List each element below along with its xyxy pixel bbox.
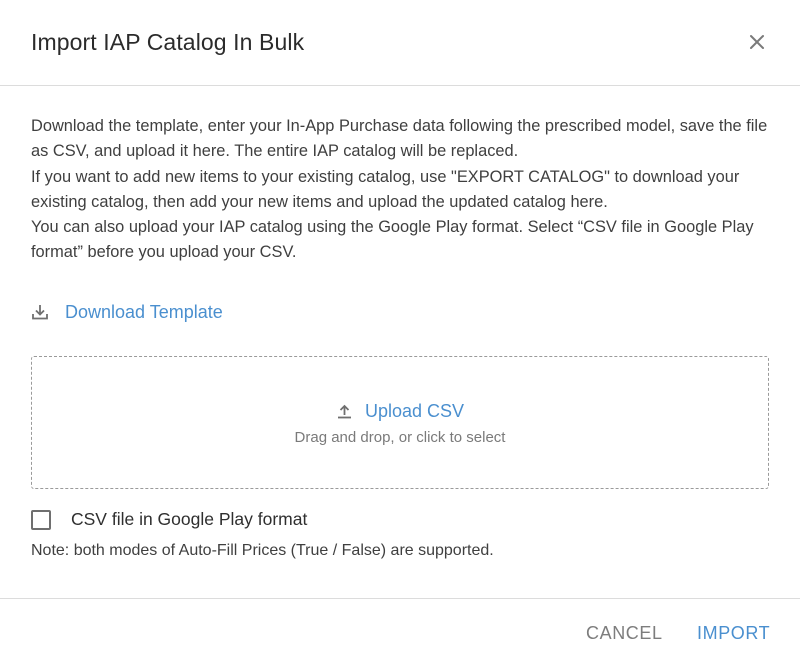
import-dialog: Import IAP Catalog In Bulk Download the … xyxy=(0,0,800,665)
dialog-footer: CANCEL IMPORT xyxy=(0,598,800,665)
upload-row: Upload CSV xyxy=(32,401,768,422)
csv-dropzone[interactable]: Upload CSV Drag and drop, or click to se… xyxy=(31,356,769,489)
upload-hint: Drag and drop, or click to select xyxy=(294,429,506,446)
download-template-link[interactable]: Download Template xyxy=(31,299,223,325)
google-play-format-checkbox-row[interactable]: CSV file in Google Play format xyxy=(31,509,307,530)
close-button[interactable] xyxy=(744,29,770,55)
description-paragraph: Download the template, enter your In-App… xyxy=(31,117,768,161)
import-button[interactable]: IMPORT xyxy=(697,623,770,644)
dialog-title: Import IAP Catalog In Bulk xyxy=(31,29,305,55)
google-play-format-checkbox[interactable] xyxy=(31,509,51,530)
dialog-header: Import IAP Catalog In Bulk xyxy=(0,0,800,86)
note-text: Note: both modes of Auto-Fill Prices (Tr… xyxy=(31,542,494,559)
dialog-body: Download the template, enter your In-App… xyxy=(31,114,771,266)
description-paragraph: If you want to add new items to your exi… xyxy=(31,167,740,211)
upload-icon xyxy=(336,403,353,420)
upload-csv-label: Upload CSV xyxy=(364,401,465,421)
description-paragraph: You can also upload your IAP catalog usi… xyxy=(31,218,754,262)
checkbox-label: CSV file in Google Play format xyxy=(71,509,308,529)
download-template-label: Download Template xyxy=(65,301,223,322)
close-icon xyxy=(750,35,764,49)
description: Download the template, enter your In-App… xyxy=(31,114,771,266)
cancel-button[interactable]: CANCEL xyxy=(586,623,663,644)
download-icon xyxy=(31,303,49,321)
